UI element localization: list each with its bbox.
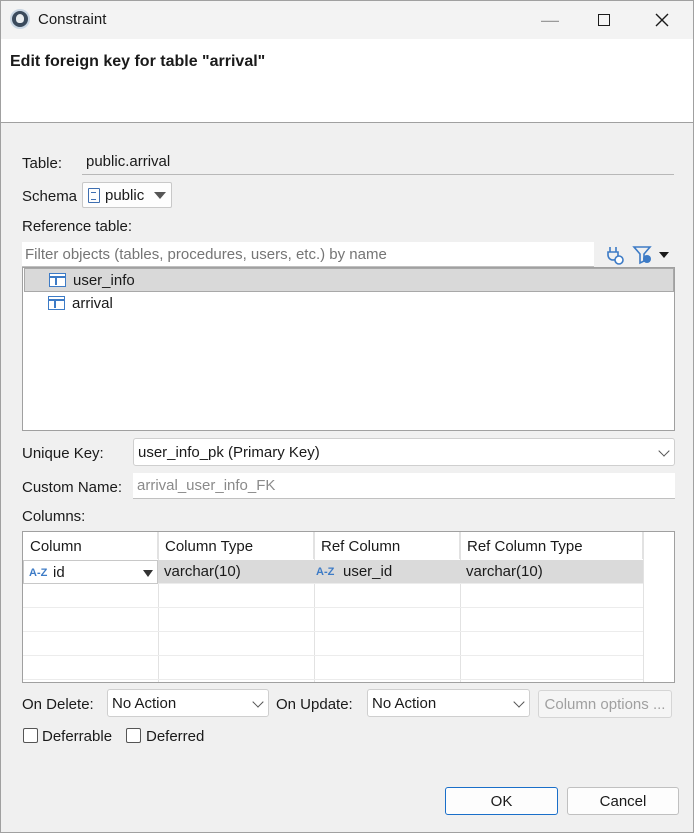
column-header-column-type[interactable]: Column Type bbox=[158, 532, 314, 559]
column-cell-editor[interactable]: A-Z id bbox=[23, 560, 158, 584]
minimize-icon: — bbox=[541, 9, 559, 30]
table-icon bbox=[49, 273, 66, 287]
table-icon bbox=[48, 296, 65, 310]
unique-key-label: Unique Key: bbox=[22, 445, 104, 462]
table-label: Table: bbox=[22, 155, 63, 172]
schema-value: public bbox=[105, 186, 145, 204]
ok-button[interactable]: OK bbox=[445, 787, 558, 815]
dialog-heading: Edit foreign key for table "arrival" bbox=[10, 53, 266, 70]
az-icon: A-Z bbox=[29, 567, 48, 579]
filter-menu-triangle-icon[interactable] bbox=[659, 252, 669, 258]
custom-name-input[interactable]: arrival_user_info_FK bbox=[133, 473, 675, 499]
connect-filter-icon[interactable] bbox=[604, 244, 626, 266]
table-value-field: public.arrival bbox=[82, 150, 674, 175]
schema-icon bbox=[88, 187, 100, 203]
list-item[interactable]: arrival bbox=[24, 291, 674, 315]
schema-selector[interactable]: public bbox=[82, 182, 172, 208]
table-row bbox=[23, 584, 643, 608]
columns-label: Columns: bbox=[22, 508, 86, 525]
on-update-label: On Update: bbox=[276, 696, 353, 713]
column-value: id bbox=[53, 564, 65, 581]
schema-label: Schema bbox=[22, 188, 78, 205]
table-row bbox=[23, 608, 643, 632]
column-options-button[interactable]: Column options ... bbox=[538, 690, 672, 718]
close-icon bbox=[655, 13, 669, 27]
close-button[interactable] bbox=[639, 1, 685, 39]
ref-column-cell: user_id bbox=[343, 563, 393, 580]
unique-key-dropdown[interactable]: user_info_pk (Primary Key) bbox=[133, 438, 675, 466]
custom-name-label: Custom Name: bbox=[22, 479, 123, 496]
deferred-label[interactable]: Deferred bbox=[146, 728, 204, 745]
table-row[interactable]: A-Z id varchar(10) A-Z user_id varchar(1… bbox=[23, 560, 643, 584]
on-delete-value: No Action bbox=[112, 694, 177, 712]
cancel-button[interactable]: Cancel bbox=[567, 787, 679, 815]
columns-table[interactable]: Column Column Type Ref Column Ref Column… bbox=[22, 531, 675, 683]
az-icon: A-Z bbox=[316, 566, 335, 578]
column-header-ref-column-type[interactable]: Ref Column Type bbox=[460, 532, 643, 559]
column-header-ref-column[interactable]: Ref Column bbox=[314, 532, 460, 559]
maximize-icon bbox=[598, 14, 610, 26]
ref-column-type-cell: varchar(10) bbox=[466, 563, 543, 580]
constraint-dialog: Constraint — Edit foreign key for table … bbox=[0, 0, 694, 833]
chevron-down-icon bbox=[252, 696, 264, 708]
deferrable-label[interactable]: Deferrable bbox=[42, 728, 112, 745]
on-update-dropdown[interactable]: No Action bbox=[367, 689, 530, 717]
triangle-down-icon[interactable] bbox=[143, 570, 153, 577]
chevron-down-icon bbox=[513, 696, 525, 708]
filter-settings-icon[interactable] bbox=[632, 244, 654, 266]
dialog-header: Edit foreign key for table "arrival" bbox=[1, 39, 693, 123]
on-update-value: No Action bbox=[372, 694, 437, 712]
maximize-button[interactable] bbox=[581, 1, 627, 39]
table-row bbox=[23, 656, 643, 680]
deferrable-checkbox[interactable] bbox=[23, 728, 38, 743]
chevron-down-icon bbox=[658, 445, 670, 457]
column-type-cell: varchar(10) bbox=[164, 563, 241, 580]
list-item-label: arrival bbox=[72, 294, 113, 312]
deferred-checkbox[interactable] bbox=[126, 728, 141, 743]
reference-table-label: Reference table: bbox=[22, 218, 133, 235]
on-delete-label: On Delete: bbox=[22, 696, 94, 713]
table-row bbox=[23, 632, 643, 656]
list-item[interactable]: user_info bbox=[24, 268, 674, 292]
list-item-label: user_info bbox=[73, 271, 135, 289]
minimize-button[interactable]: — bbox=[527, 1, 573, 39]
title-bar[interactable]: Constraint — bbox=[1, 1, 693, 39]
triangle-down-icon bbox=[154, 191, 167, 199]
unique-key-value: user_info_pk (Primary Key) bbox=[138, 443, 320, 461]
window-title: Constraint bbox=[38, 11, 107, 28]
on-delete-dropdown[interactable]: No Action bbox=[107, 689, 269, 717]
filter-objects-input[interactable] bbox=[22, 242, 594, 267]
reference-table-list[interactable]: user_info arrival bbox=[22, 267, 675, 431]
dbeaver-app-icon bbox=[10, 9, 30, 29]
column-header-column[interactable]: Column bbox=[23, 532, 158, 559]
